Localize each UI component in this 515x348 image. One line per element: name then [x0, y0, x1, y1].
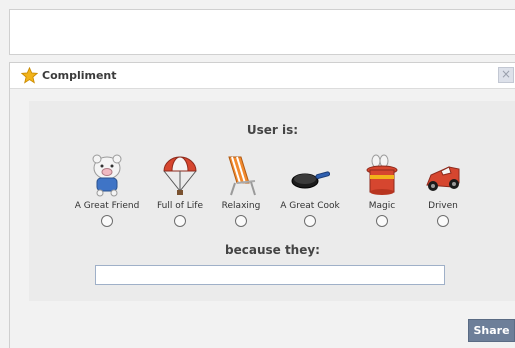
option-driven[interactable]: Driven	[408, 153, 478, 233]
option-label: A Great Friend	[74, 201, 140, 211]
share-button[interactable]: Share	[468, 319, 515, 342]
option-label: Relaxing	[221, 201, 261, 211]
compliment-form: User is: A Great Friend Full of Life Rel…	[29, 101, 515, 301]
frying-pan-icon	[291, 171, 330, 189]
compose-input[interactable]	[9, 9, 515, 55]
option-radio[interactable]	[235, 215, 247, 227]
magic-hat-icon	[366, 154, 398, 195]
dialog-header: Compliment ×	[10, 63, 515, 89]
option-radio[interactable]	[174, 215, 186, 227]
option-radio[interactable]	[304, 215, 316, 227]
reason-input[interactable]	[95, 265, 445, 285]
option-radio[interactable]	[376, 215, 388, 227]
option-label: Magic	[368, 201, 396, 211]
option-label: Driven	[428, 201, 458, 211]
option-label: Full of Life	[156, 201, 203, 211]
option-magic[interactable]: Magic	[347, 153, 417, 233]
star-icon	[21, 67, 38, 84]
option-a-great-friend[interactable]: A Great Friend	[72, 153, 142, 233]
because-heading: because they:	[225, 243, 320, 257]
piglet-friend-icon	[92, 154, 122, 197]
option-radio[interactable]	[101, 215, 113, 227]
option-radio[interactable]	[437, 215, 449, 227]
parachute-icon	[163, 156, 197, 195]
option-a-great-cook[interactable]: A Great Cook	[275, 153, 345, 233]
user-is-heading: User is:	[246, 123, 299, 137]
dialog-title: Compliment	[42, 69, 117, 82]
race-car-icon	[426, 166, 460, 191]
option-label: A Great Cook	[280, 201, 340, 211]
close-button[interactable]: ×	[498, 67, 514, 83]
option-relaxing[interactable]: Relaxing	[206, 153, 276, 233]
option-full-of-life[interactable]: Full of Life	[145, 153, 215, 233]
beach-chair-icon	[228, 156, 256, 196]
compliment-dialog: Compliment × User is: A Great Friend Ful…	[9, 62, 515, 348]
